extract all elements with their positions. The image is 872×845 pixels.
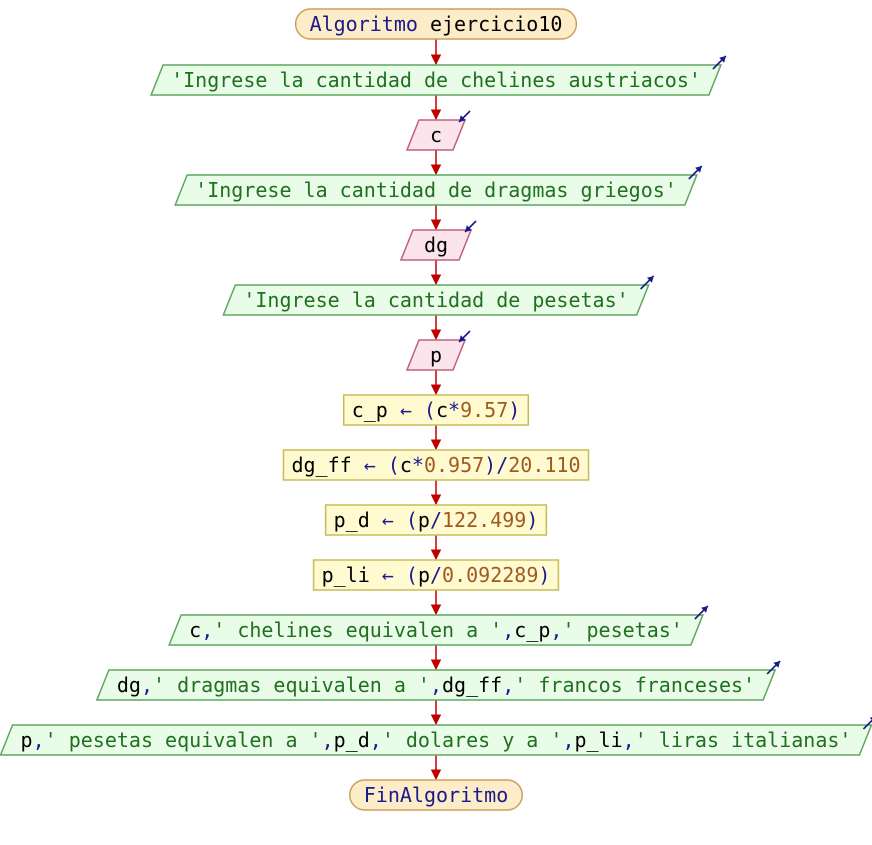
node-label: dg_ff ← (c*0.957)/20.110 [291, 453, 580, 477]
token-keyword: ← ( [388, 398, 436, 422]
node-label: c,' chelines equivalen a ',c_p,' pesetas… [189, 618, 683, 642]
node-label: 'Ingrese la cantidad de dragmas griegos' [195, 178, 677, 202]
node-label: dg,' dragmas equivalen a ',dg_ff,' franc… [117, 673, 755, 697]
token-keyword: ) [508, 398, 520, 422]
token-number: 122.499 [442, 508, 526, 532]
token-string: 'Ingrese la cantidad de dragmas griegos' [195, 178, 677, 202]
token-string: ' pesetas equivalen a ' [45, 728, 322, 752]
nodes: Algoritmo ejercicio10 'Ingrese la cantida… [0, 8, 872, 811]
node-out4[interactable]: c,' chelines equivalen a ',c_p,' pesetas… [168, 605, 709, 646]
node-label: p [430, 343, 442, 367]
node-out3[interactable]: 'Ingrese la cantidad de pesetas' [222, 275, 655, 316]
token-keyword: * [412, 453, 424, 477]
token-keyword: , [502, 618, 514, 642]
token-keyword: , [562, 728, 574, 752]
node-start[interactable]: Algoritmo ejercicio10 [294, 8, 578, 40]
flowchart: Algoritmo ejercicio10 'Ingrese la cantida… [0, 8, 872, 811]
token-number: 20.110 [508, 453, 580, 477]
token-keyword: / [430, 563, 442, 587]
token-variable: c [430, 123, 442, 147]
node-label: p_d ← (p/122.499) [334, 508, 539, 532]
token-number: 0.092289 [442, 563, 538, 587]
token-string: ' dragmas equivalen a ' [153, 673, 430, 697]
token-variable: p_d [334, 728, 370, 752]
token-variable: p_li [574, 728, 622, 752]
token-string: ' francos franceses' [514, 673, 755, 697]
token-variable: ejercicio10 [418, 12, 563, 36]
token-string: ' chelines equivalen a ' [213, 618, 502, 642]
token-keyword: , [33, 728, 45, 752]
token-keyword: , [502, 673, 514, 697]
token-number: 0.957 [424, 453, 484, 477]
input-arrow-icon [464, 220, 477, 233]
node-label: Algoritmo ejercicio10 [310, 12, 563, 36]
node-out1[interactable]: 'Ingrese la cantidad de chelines austria… [149, 55, 727, 96]
token-keyword: , [201, 618, 213, 642]
token-string: 'Ingrese la cantidad de pesetas' [243, 288, 628, 312]
token-keyword: / [430, 508, 442, 532]
token-variable: p [430, 343, 442, 367]
node-label: FinAlgoritmo [364, 783, 509, 807]
node-out2[interactable]: 'Ingrese la cantidad de dragmas griegos' [174, 165, 703, 206]
token-variable: p [418, 508, 430, 532]
token-variable: p [21, 728, 33, 752]
node-proc1[interactable]: c_p ← (c*9.57) [342, 394, 530, 426]
node-in2[interactable]: dg [399, 220, 477, 261]
token-keyword: ← ( [370, 563, 418, 587]
node-label: p,' pesetas equivalen a ',p_d,' dolares … [21, 728, 852, 752]
token-string: 'Ingrese la cantidad de chelines austria… [171, 68, 701, 92]
token-variable: c_p [352, 398, 388, 422]
token-variable: c [436, 398, 448, 422]
token-variable: p_d [334, 508, 370, 532]
token-keyword: , [141, 673, 153, 697]
token-keyword: Algoritmo [310, 12, 418, 36]
input-arrow-icon [458, 330, 471, 343]
token-variable: dg_ff [442, 673, 502, 697]
node-label: c [430, 123, 442, 147]
node-out5[interactable]: dg,' dragmas equivalen a ',dg_ff,' franc… [95, 660, 781, 701]
token-string: ' dolares y a ' [382, 728, 563, 752]
token-variable: c [189, 618, 201, 642]
token-keyword: ) [538, 563, 550, 587]
token-keyword: * [448, 398, 460, 422]
node-proc3[interactable]: p_d ← (p/122.499) [324, 504, 548, 536]
token-number: 9.57 [460, 398, 508, 422]
token-variable: c_p [514, 618, 550, 642]
token-string: ' pesetas' [562, 618, 682, 642]
token-string: ' liras italianas' [635, 728, 852, 752]
token-keyword: , [550, 618, 562, 642]
token-variable: c [400, 453, 412, 477]
token-keyword: , [430, 673, 442, 697]
node-label: dg [424, 233, 448, 257]
node-proc2[interactable]: dg_ff ← (c*0.957)/20.110 [282, 449, 590, 481]
token-variable: p [418, 563, 430, 587]
node-label: 'Ingrese la cantidad de pesetas' [243, 288, 628, 312]
node-label: c_p ← (c*9.57) [352, 398, 521, 422]
node-end[interactable]: FinAlgoritmo [349, 779, 523, 811]
node-in1[interactable]: c [405, 110, 471, 151]
token-keyword: , [370, 728, 382, 752]
node-in3[interactable]: p [405, 330, 471, 371]
token-variable: dg [117, 673, 141, 697]
token-keyword: ← ( [352, 453, 400, 477]
token-variable: dg_ff [291, 453, 351, 477]
token-keyword: , [623, 728, 635, 752]
token-variable: p_li [322, 563, 370, 587]
token-keyword: ← ( [370, 508, 418, 532]
input-arrow-icon [458, 110, 471, 123]
token-keyword: )/ [484, 453, 508, 477]
token-keyword: ) [526, 508, 538, 532]
token-keyword: , [322, 728, 334, 752]
token-variable: dg [424, 233, 448, 257]
node-label: p_li ← (p/0.092289) [322, 563, 551, 587]
node-label: 'Ingrese la cantidad de chelines austria… [171, 68, 701, 92]
node-proc4[interactable]: p_li ← (p/0.092289) [312, 559, 560, 591]
token-keyword: FinAlgoritmo [364, 783, 509, 807]
